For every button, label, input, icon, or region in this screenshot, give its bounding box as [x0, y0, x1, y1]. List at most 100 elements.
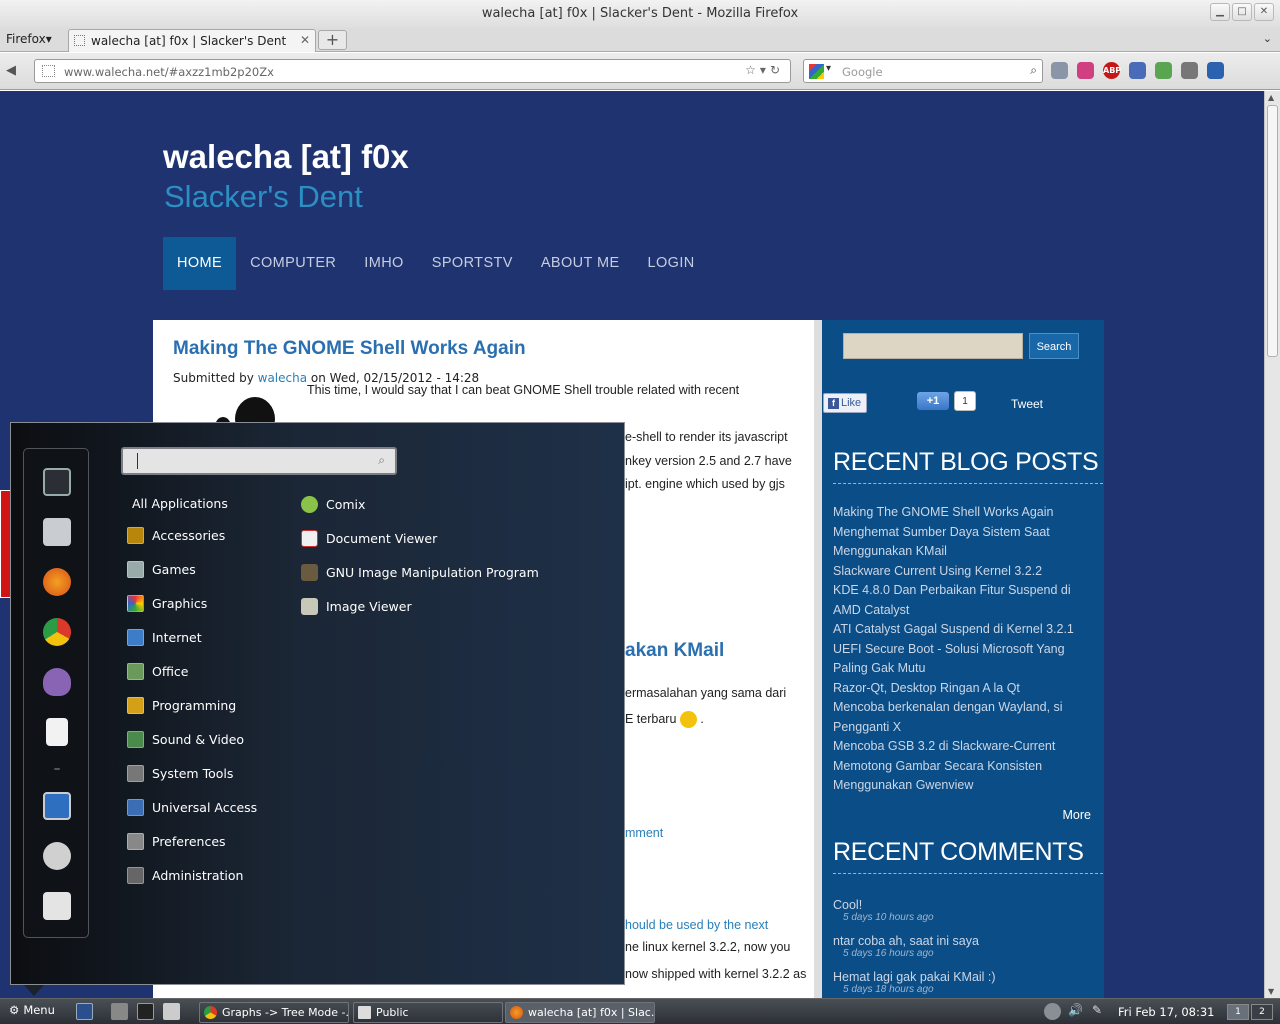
- comment-link[interactable]: Cool!: [833, 898, 1098, 912]
- chevron-down-icon[interactable]: ▾: [826, 63, 831, 74]
- category-all-applications[interactable]: All Applications: [132, 493, 228, 513]
- window-button-public[interactable]: Public: [353, 1002, 503, 1023]
- google-plusone-button[interactable]: +1: [917, 392, 949, 410]
- power-icon[interactable]: [43, 892, 71, 920]
- category-games[interactable]: Games: [127, 559, 196, 579]
- download-icon[interactable]: [1155, 62, 1172, 79]
- network-icon[interactable]: [1044, 1003, 1061, 1020]
- tweet-button[interactable]: Tweet: [1011, 397, 1043, 411]
- category-programming[interactable]: Programming: [127, 695, 236, 715]
- category-accessories[interactable]: Accessories: [127, 525, 225, 545]
- adblock-icon[interactable]: ABP: [1103, 62, 1121, 79]
- app-document-viewer[interactable]: Document Viewer: [301, 528, 437, 548]
- scroll-up-icon[interactable]: ▲: [1268, 93, 1274, 102]
- page-scrollbar[interactable]: ▲ ▼: [1264, 91, 1280, 998]
- category-universal-access[interactable]: Universal Access: [127, 797, 257, 817]
- close-tab-icon[interactable]: ✕: [300, 33, 310, 47]
- comment-link[interactable]: mment: [625, 826, 663, 840]
- author-link[interactable]: walecha: [258, 371, 307, 385]
- article-line: now shipped with kernel 3.2.2 as: [625, 967, 807, 981]
- settings-launcher-icon[interactable]: [111, 1003, 128, 1020]
- search-icon[interactable]: ⌕: [1030, 63, 1037, 78]
- recent-post-link[interactable]: Mencoba berkenalan dengan Wayland, si Pe…: [833, 698, 1098, 737]
- comment-link[interactable]: ntar coba ah, saat ini saya: [833, 934, 1098, 948]
- pidgin-icon[interactable]: [43, 668, 71, 696]
- more-link[interactable]: More: [1063, 808, 1091, 822]
- recent-post-link[interactable]: Making The GNOME Shell Works Again: [833, 503, 1098, 523]
- facebook-like-button[interactable]: f Like: [823, 393, 867, 413]
- recent-post-link[interactable]: UEFI Secure Boot - Solusi Microsoft Yang…: [833, 640, 1098, 679]
- sidebar-search-input[interactable]: [843, 333, 1023, 359]
- show-desktop-icon[interactable]: [76, 1003, 93, 1020]
- comment-link[interactable]: Hemat lagi gak pakai KMail :): [833, 970, 1098, 984]
- app-comix[interactable]: Comix: [301, 494, 365, 514]
- home-icon[interactable]: [1181, 62, 1198, 79]
- article-title[interactable]: akan KMail: [625, 640, 724, 662]
- app-gimp[interactable]: GNU Image Manipulation Program: [301, 562, 539, 582]
- file-manager-icon[interactable]: [43, 518, 71, 546]
- back-icon[interactable]: ◀: [6, 63, 16, 78]
- category-internet[interactable]: Internet: [127, 627, 202, 647]
- window-button-firefox[interactable]: walecha [at] f0x | Slac...: [505, 1002, 655, 1023]
- window-button-chrome[interactable]: Graphs -> Tree Mode -...: [199, 1002, 349, 1023]
- recent-post-link[interactable]: Mencoba GSB 3.2 di Slackware-Current: [833, 737, 1098, 757]
- nav-login[interactable]: LOGIN: [634, 237, 709, 290]
- bookmark-star-icon[interactable]: ☆▾↻: [745, 63, 784, 77]
- category-office[interactable]: Office: [127, 661, 189, 681]
- recent-post-link[interactable]: ATI Catalyst Gagal Suspend di Kernel 3.2…: [833, 620, 1098, 640]
- minimize-button[interactable]: ▁: [1210, 3, 1230, 21]
- addon-icon[interactable]: [1077, 62, 1094, 79]
- nav-computer[interactable]: COMPUTER: [236, 237, 350, 290]
- nav-imho[interactable]: IMHO: [350, 237, 417, 290]
- recent-post-link[interactable]: Razor-Qt, Desktop Ringan A la Qt: [833, 679, 1098, 699]
- terminal-launcher-icon[interactable]: [137, 1003, 154, 1020]
- recent-post-link[interactable]: KDE 4.8.0 Dan Perbaikan Fitur Suspend di…: [833, 581, 1098, 620]
- pen-icon[interactable]: ✎: [1092, 1003, 1109, 1020]
- nav-home[interactable]: HOME: [163, 237, 237, 290]
- display-icon[interactable]: [43, 792, 71, 820]
- scrollbar-thumb[interactable]: [1267, 105, 1278, 357]
- url-bar[interactable]: www.walecha.net/#axzz1mb2p20Zx ☆▾↻: [34, 59, 791, 83]
- new-tab-button[interactable]: +: [318, 30, 347, 50]
- workspace-1[interactable]: 1: [1227, 1004, 1249, 1020]
- sidebar-search-button[interactable]: Search: [1029, 333, 1079, 359]
- search-bar[interactable]: ▾ Google ⌕: [803, 59, 1043, 83]
- firefox-icon[interactable]: [43, 568, 71, 596]
- article-link[interactable]: hould be used by the next: [625, 918, 768, 932]
- nav-about-me[interactable]: ABOUT ME: [527, 237, 634, 290]
- recent-post-link[interactable]: Menghemat Sumber Daya Sistem Saat Menggu…: [833, 523, 1098, 562]
- text-editor-icon[interactable]: [46, 718, 68, 746]
- recent-post-link[interactable]: Memotong Gambar Secara Konsisten Menggun…: [833, 757, 1098, 796]
- google-engine-icon[interactable]: [809, 64, 824, 79]
- list-tabs-icon[interactable]: ⌄: [1263, 32, 1272, 45]
- chrome-icon[interactable]: [43, 618, 71, 646]
- workspace-2[interactable]: 2: [1251, 1004, 1273, 1020]
- article-title[interactable]: Making The GNOME Shell Works Again: [173, 338, 526, 360]
- maximize-button[interactable]: □: [1232, 3, 1252, 21]
- app-image-viewer[interactable]: Image Viewer: [301, 596, 412, 616]
- close-window-button[interactable]: ✕: [1254, 3, 1274, 21]
- menu-button[interactable]: ⚙ Menu: [9, 1003, 55, 1017]
- logout-icon[interactable]: [43, 842, 71, 870]
- recent-post-link[interactable]: Slackware Current Using Kernel 3.2.2: [833, 562, 1098, 582]
- clock[interactable]: Fri Feb 17, 08:31: [1118, 1005, 1214, 1019]
- site-identity-icon[interactable]: [42, 65, 55, 77]
- scroll-down-icon[interactable]: ▼: [1268, 987, 1274, 996]
- browser-tab[interactable]: walecha [at] f0x | Slacker's Dent ✕: [68, 29, 316, 52]
- category-sound-video[interactable]: Sound & Video: [127, 729, 244, 749]
- terminal-icon[interactable]: [43, 468, 71, 496]
- bookmarks-icon[interactable]: [1207, 62, 1224, 79]
- category-system-tools[interactable]: System Tools: [127, 763, 233, 783]
- menu-search-input[interactable]: ⌕: [121, 447, 397, 475]
- category-administration[interactable]: Administration: [127, 865, 243, 885]
- addon-icon[interactable]: [1129, 62, 1146, 79]
- category-graphics[interactable]: Graphics: [127, 593, 207, 613]
- volume-icon[interactable]: 🔊: [1068, 1003, 1085, 1020]
- addon-icon[interactable]: [1051, 62, 1068, 79]
- site-title[interactable]: walecha [at] f0x: [163, 138, 409, 176]
- firefox-menu-button[interactable]: Firefox▾: [6, 32, 52, 46]
- files-launcher-icon[interactable]: [163, 1003, 180, 1020]
- nav-sportstv[interactable]: SPORTSTV: [418, 237, 527, 290]
- window-title: walecha [at] f0x | Slacker's Dent - Mozi…: [481, 6, 799, 21]
- category-preferences[interactable]: Preferences: [127, 831, 226, 851]
